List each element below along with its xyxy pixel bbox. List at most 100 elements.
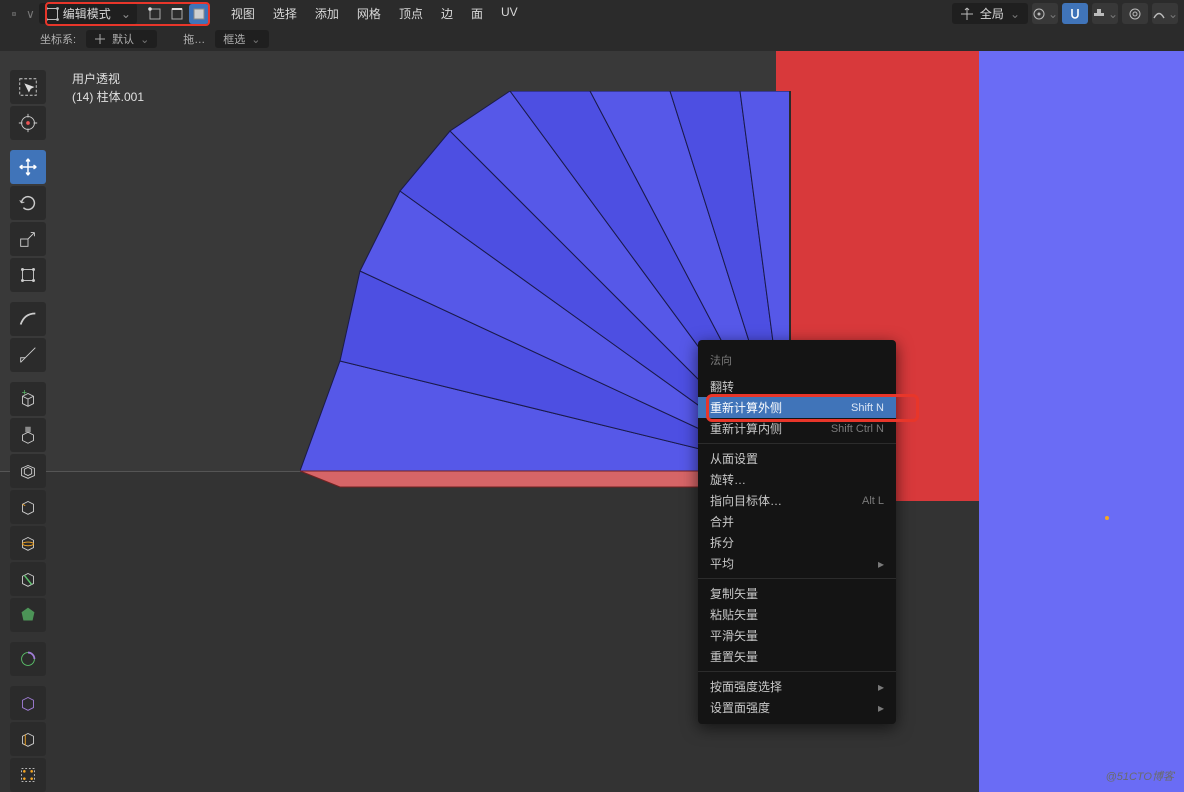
snap-toggle-button[interactable] [1062,3,1088,24]
context-menu-item-label: 按面强度选择 [710,678,782,695]
menu-edge[interactable]: 边 [433,1,461,26]
context-menu-item-label: 平滑矢量 [710,627,758,644]
context-menu-item-label: 重新计算外侧 [710,399,782,416]
context-menu-title: 法向 [698,346,896,376]
context-menu-item[interactable]: 旋转… [698,469,896,490]
mode-selector[interactable]: 编辑模式 ⌄ [39,3,137,24]
viewport-label: 用户透视 (14) 柱体.001 [72,70,144,106]
tool-transform[interactable] [10,258,46,292]
context-menu-item-label: 拆分 [710,534,734,551]
tool-inset[interactable] [10,454,46,488]
tool-bevel[interactable] [10,490,46,524]
context-menu-item[interactable]: 重置矢量 [698,646,896,667]
context-menu-item-label: 合并 [710,513,734,530]
context-menu-item-label: 粘贴矢量 [710,606,758,623]
select-box-label: 框选 [223,31,245,47]
tool-spin[interactable] [10,642,46,676]
header-right-tools: 全局 ⌄ ⌄ ⌄ ⌄ [952,3,1178,24]
cursor-3d-icon [1105,516,1109,520]
context-menu-item-label: 旋转… [710,471,746,488]
pivot-point-button[interactable]: ⌄ [1032,3,1058,24]
mode-label: 编辑模式 [63,5,111,22]
context-menu-item[interactable]: 指向目标体… Alt L [698,490,896,511]
tool-add-cube[interactable]: + [10,382,46,416]
context-menu-item-label: 指向目标体… [710,492,782,509]
viewport-3d[interactable] [0,51,1184,792]
svg-text:+: + [22,388,27,397]
menu-view[interactable]: 视图 [223,1,263,26]
object-name-label: (14) 柱体.001 [72,88,144,106]
transform-orientation-dropdown[interactable]: 全局 ⌄ [952,3,1028,24]
orientation-dropdown[interactable]: 默认 ⌄ [86,30,157,48]
perspective-label: 用户透视 [72,70,144,88]
submenu-arrow-icon: ▸ [878,557,884,571]
menu-face[interactable]: 面 [463,1,491,26]
context-menu-shortcut: Shift Ctrl N [831,423,884,435]
context-menu-item[interactable]: 平滑矢量 [698,625,896,646]
drag-label: 拖… [183,31,205,47]
context-menu-item[interactable]: 从面设置 [698,448,896,469]
context-menu-item[interactable]: 合并 [698,511,896,532]
context-menu-separator [698,578,896,579]
tool-knife[interactable] [10,562,46,596]
editor-type-dropdown[interactable] [6,6,22,22]
context-menu-item[interactable]: 翻转 [698,376,896,397]
context-menu-item-label: 重新计算内侧 [710,420,782,437]
context-menu-item-label: 平均 [710,555,734,572]
context-menu-normals: 法向 翻转重新计算外侧 Shift N 重新计算内侧 Shift Ctrl N 从面设置… [698,340,896,724]
tool-measure[interactable] [10,338,46,372]
select-box-dropdown[interactable]: 框选 ⌄ [215,30,268,48]
tool-polybuild[interactable] [10,598,46,632]
tool-rotate[interactable] [10,186,46,220]
tool-loopcut[interactable] [10,526,46,560]
header-menus: 视图 选择 添加 网格 顶点 边 面 UV [223,1,526,26]
context-menu-item[interactable]: 拆分 [698,532,896,553]
menu-select[interactable]: 选择 [265,1,305,26]
header-top: ∨ 编辑模式 ⌄ 视图 选择 添加 网格 顶点 边 面 UV 全局 ⌄ ⌄ ⌄ … [0,0,1184,27]
context-menu-item[interactable]: 粘贴矢量 [698,604,896,625]
proportional-falloff-button[interactable]: ⌄ [1152,3,1178,24]
tool-annotate[interactable] [10,302,46,336]
context-menu-shortcut: Alt L [862,495,884,507]
context-menu-item[interactable]: 重新计算外侧 Shift N [698,397,896,418]
menu-vertex[interactable]: 顶点 [391,1,431,26]
orientation-value: 默认 [112,31,134,47]
context-menu-item-label: 复制矢量 [710,585,758,602]
proportional-edit-button[interactable] [1122,3,1148,24]
context-menu-item[interactable]: 按面强度选择 ▸ [698,676,896,697]
tool-edge-slide[interactable] [10,722,46,756]
chevron-down-icon: ⌄ [121,7,131,21]
context-menu-item[interactable]: 设置面强度 ▸ [698,697,896,718]
tool-scale[interactable] [10,222,46,256]
header-second-row: 坐标系: 默认 ⌄ 拖… 框选 ⌄ [0,27,1184,51]
transform-space-label: 全局 [980,5,1004,22]
submenu-arrow-icon: ▸ [878,680,884,694]
context-menu-item-label: 重置矢量 [710,648,758,665]
select-mode-buttons [145,4,209,24]
context-menu-item-label: 翻转 [710,378,734,395]
mesh-blue-wall [979,51,1184,792]
context-menu-separator [698,443,896,444]
tool-move[interactable] [10,150,46,184]
context-menu-item[interactable]: 平均 ▸ [698,553,896,574]
tool-cursor[interactable] [10,106,46,140]
context-menu-item-label: 设置面强度 [710,699,770,716]
context-menu-shortcut: Shift N [851,402,884,414]
context-menu-item[interactable]: 复制矢量 [698,583,896,604]
context-menu-item[interactable]: 重新计算内侧 Shift Ctrl N [698,418,896,439]
submenu-arrow-icon: ▸ [878,701,884,715]
menu-add[interactable]: 添加 [307,1,347,26]
tool-shrink[interactable] [10,758,46,792]
watermark: @51CTO博客 [1106,768,1174,784]
face-select-button[interactable] [189,4,209,24]
tool-select-box[interactable] [10,70,46,104]
menu-uv[interactable]: UV [493,1,526,26]
menu-mesh[interactable]: 网格 [349,1,389,26]
vertex-select-button[interactable] [145,4,165,24]
tool-smooth[interactable] [10,686,46,720]
snap-type-button[interactable]: ⌄ [1092,3,1118,24]
tool-extrude[interactable] [10,418,46,452]
edge-select-button[interactable] [167,4,187,24]
tool-sidebar: + [10,70,48,792]
orientation-label: 坐标系: [40,31,76,47]
